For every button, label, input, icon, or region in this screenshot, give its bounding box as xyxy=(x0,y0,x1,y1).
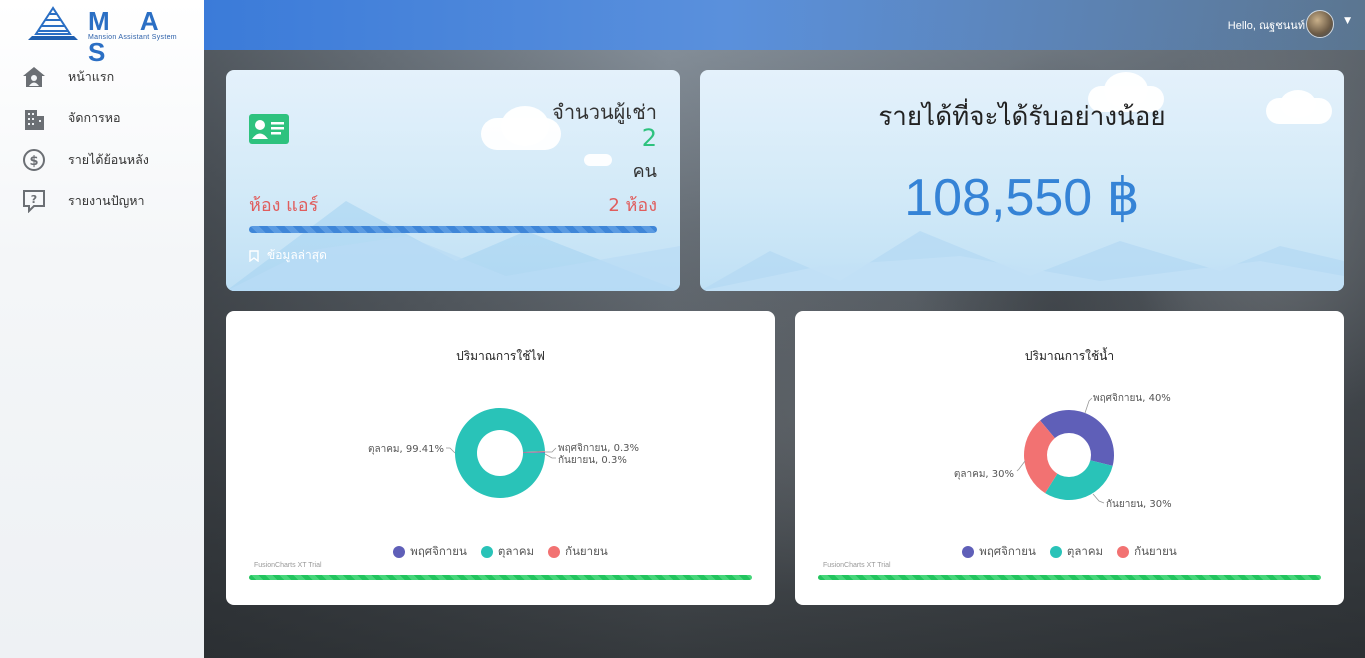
slice-label: พฤศจิกายน, 40% xyxy=(1093,393,1171,404)
chevron-down-icon[interactable]: ▼ xyxy=(1344,16,1351,26)
legend-item[interactable]: พฤศจิกายน xyxy=(393,543,467,561)
sidebar-item-income[interactable]: $ รายได้ย้อนหลัง xyxy=(0,139,204,181)
building-icon xyxy=(22,106,46,131)
trial-watermark: FusionCharts XT Trial xyxy=(254,562,322,569)
slice-label: ตุลาคม, 30% xyxy=(954,469,1014,480)
legend-label: ตุลาคม xyxy=(1066,544,1104,558)
sidebar-item-label: รายงานปัญหา xyxy=(68,193,145,209)
legend-item[interactable]: ตุลาคม xyxy=(1049,543,1104,561)
room-type-value: 2 ห้อง xyxy=(608,195,657,216)
label-leader-line xyxy=(544,453,556,459)
slice-label: ตุลาคม, 99.41% xyxy=(368,444,444,455)
legend-dot xyxy=(1117,546,1130,558)
chart-legend: พฤศจิกายน ตุลาคม กันยายน xyxy=(795,543,1344,561)
sidebar-item-label: รายได้ย้อนหลัง xyxy=(68,151,149,167)
label-leader-line xyxy=(1084,397,1093,414)
avatar[interactable] xyxy=(1306,10,1334,38)
electricity-chart-card: ปริมาณการใช้ไฟ ตุลาคม, 99.41% พฤศจิกายน,… xyxy=(226,311,775,605)
user-greeting[interactable]: Hello, ณฐชนนท์ xyxy=(1228,16,1305,34)
tenants-card: จำนวนผู้เช่า 2 คน ห้อง แอร์ 2 ห้อง ข้อมู… xyxy=(226,70,680,291)
progress-bar xyxy=(249,226,657,233)
legend-label: ตุลาคม xyxy=(497,544,535,558)
legend-item[interactable]: พฤศจิกายน xyxy=(962,543,1036,561)
legend-label: กันยายน xyxy=(565,544,608,558)
legend-dot xyxy=(962,546,975,558)
label-leader-line xyxy=(545,447,557,453)
legend-dot xyxy=(393,546,406,558)
chart-legend: พฤศจิกายน ตุลาคม กันยายน xyxy=(226,543,775,561)
sidebar-nav: หน้าแรก จัดการหอ $ รายได้ย้อนหลัง ? รายง… xyxy=(0,56,204,222)
label-leader-line xyxy=(1016,460,1026,472)
water-chart-card: ปริมาณการใช้น้ำ พฤศจิกายน, 40% ตุลาคม, 3… xyxy=(795,311,1344,605)
trial-watermark: FusionCharts XT Trial xyxy=(823,562,891,569)
home-icon xyxy=(22,65,46,89)
sidebar-item-manage[interactable]: จัดการหอ xyxy=(0,98,204,140)
legend-item[interactable]: กันยายน xyxy=(548,543,608,561)
latest-info[interactable]: ข้อมูลล่าสุด xyxy=(249,246,327,265)
svg-text:?: ? xyxy=(31,193,37,206)
slice-label: พฤศจิกายน, 0.3% xyxy=(558,443,639,454)
room-type-label: ห้อง แอร์ xyxy=(249,195,319,216)
legend-dot xyxy=(480,546,493,558)
chart-scrollbar[interactable] xyxy=(818,575,1321,580)
income-value: 108,550 ฿ xyxy=(904,169,1140,227)
sidebar: M A S Mansion Assistant System หน้าแรก จ… xyxy=(0,0,204,658)
legend-dot xyxy=(548,546,561,558)
sidebar-item-home[interactable]: หน้าแรก xyxy=(0,56,204,98)
legend-label: กันยายน xyxy=(1134,544,1177,558)
slice-label: กันยายน, 0.3% xyxy=(558,455,627,466)
donut-hole xyxy=(1047,433,1091,477)
logo-subtitle: Mansion Assistant System xyxy=(88,34,177,41)
sidebar-item-label: จัดการหอ xyxy=(68,110,121,126)
tenant-count-value: 2 xyxy=(641,124,657,152)
legend-item[interactable]: ตุลาคม xyxy=(480,543,535,561)
label-leader-line xyxy=(446,447,456,454)
logo[interactable]: M A S Mansion Assistant System xyxy=(26,6,186,67)
building-logo-icon xyxy=(28,6,78,40)
question-bubble-icon: ? xyxy=(22,189,46,214)
svg-text:$: $ xyxy=(29,154,38,169)
cloud-decoration xyxy=(501,106,549,146)
legend-item[interactable]: กันยายน xyxy=(1117,543,1177,561)
cloud-decoration xyxy=(584,154,612,166)
id-card-icon xyxy=(249,114,289,144)
bookmark-icon xyxy=(249,249,259,262)
sidebar-item-report[interactable]: ? รายงานปัญหา xyxy=(0,181,204,223)
legend-dot xyxy=(1049,546,1062,558)
dollar-icon: $ xyxy=(22,148,46,172)
tenant-count-unit: คน xyxy=(632,161,657,182)
top-bar: Hello, ณฐชนนท์ ▼ xyxy=(204,0,1365,50)
income-title: รายได้ที่จะได้รับอย่างน้อย xyxy=(878,102,1166,132)
label-leader-line xyxy=(1092,493,1105,504)
chart-scrollbar[interactable] xyxy=(249,575,752,580)
legend-label: พฤศจิกายน xyxy=(410,544,467,558)
income-card: รายได้ที่จะได้รับอย่างน้อย 108,550 ฿ xyxy=(700,70,1344,291)
slice-label: กันยายน, 30% xyxy=(1106,499,1172,510)
latest-info-label: ข้อมูลล่าสุด xyxy=(267,248,327,262)
legend-label: พฤศจิกายน xyxy=(979,544,1036,558)
donut-hole xyxy=(477,430,523,476)
sidebar-item-label: หน้าแรก xyxy=(68,68,115,84)
